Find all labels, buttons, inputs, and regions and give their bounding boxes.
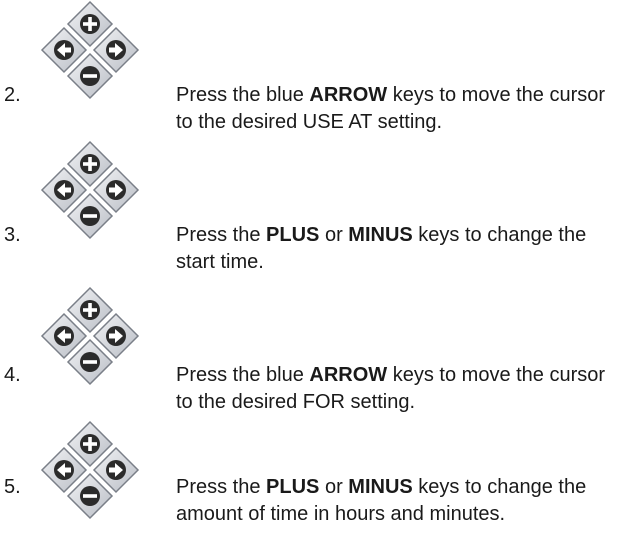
arrow-keypad-icon <box>28 0 152 100</box>
arrow-keypad-icon <box>28 140 152 240</box>
step-number: 5. <box>4 476 21 498</box>
step-text: Press the blue ARROW keys to move the cu… <box>176 84 606 133</box>
step-text: Press the PLUS or MINUS keys to change t… <box>176 476 587 525</box>
arrow-keypad-icon <box>28 420 152 520</box>
step-number: 2. <box>4 84 21 106</box>
step-number: 3. <box>4 224 21 246</box>
step-number: 4. <box>4 364 21 386</box>
arrow-keypad-icon <box>28 286 152 386</box>
step-text: Press the PLUS or MINUS keys to change t… <box>176 224 587 273</box>
step-text: Press the blue ARROW keys to move the cu… <box>176 364 606 413</box>
